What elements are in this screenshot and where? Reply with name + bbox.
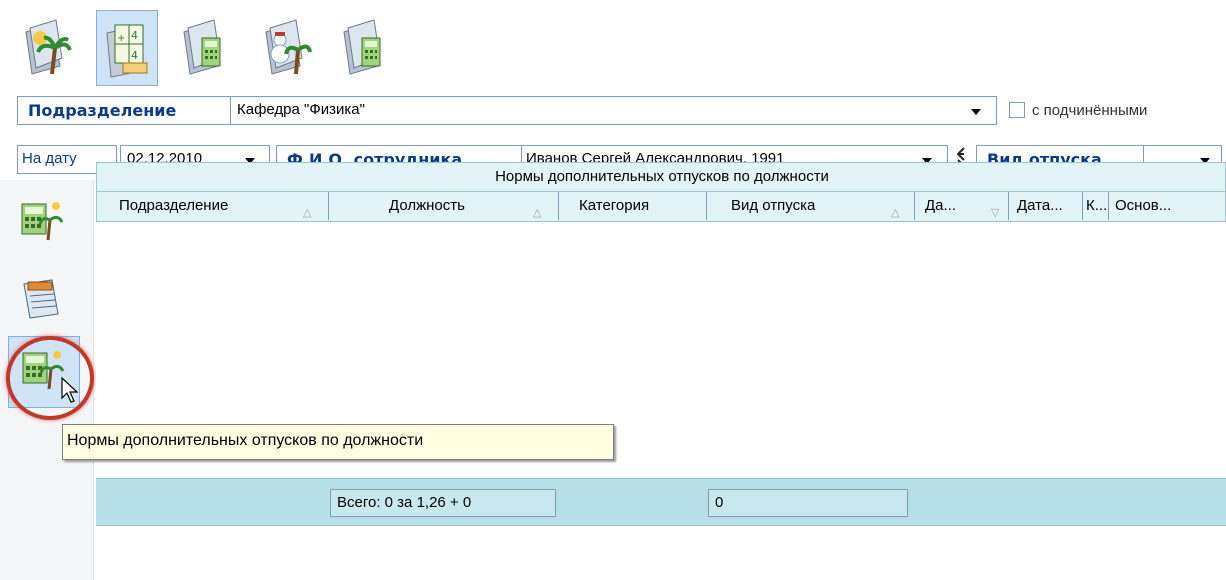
column-header-date-1[interactable]: Да... ▽	[915, 192, 1009, 220]
sort-desc-icon: ▽	[991, 207, 1000, 219]
main-toolbar: 4 + 4	[0, 0, 440, 92]
department-value: Кафедра "Физика"	[237, 101, 365, 118]
side-button-calculator-palm[interactable]	[8, 188, 80, 260]
calendar-icon	[23, 279, 59, 319]
total-summary: Всего: 0 за 1,26 + 0	[330, 489, 556, 517]
snowman-palm-icon	[265, 19, 312, 75]
date-label: На дату	[22, 150, 77, 167]
svg-text:+: +	[117, 33, 125, 44]
grid-column-headers: Подразделение △ Должность △ Категория Ви…	[96, 192, 1226, 222]
column-header-category[interactable]: Категория	[559, 192, 707, 220]
subordinates-label[interactable]: с подчинёнными	[1032, 102, 1147, 119]
vacation-palm-icon	[25, 19, 72, 75]
column-header-position[interactable]: Должность △	[329, 192, 559, 220]
calculator-palm-icon	[21, 202, 64, 241]
department-label: Подразделение	[28, 101, 177, 120]
sort-asc-icon: △	[303, 207, 312, 219]
grid-title: Нормы дополнительных отпусков по должнос…	[495, 168, 829, 185]
subordinates-checkbox[interactable]	[1009, 102, 1025, 118]
column-header-basis[interactable]: Основ...	[1109, 192, 1226, 220]
side-button-calendar[interactable]	[8, 266, 80, 338]
calculator-table-button[interactable]: 4 + 4	[96, 10, 158, 86]
mouse-cursor-icon	[61, 376, 79, 403]
tooltip-text: Нормы дополнительных отпусков по должнос…	[67, 432, 424, 449]
snowman-palm-button[interactable]	[256, 10, 318, 86]
sort-asc-icon: △	[891, 207, 900, 219]
grid-title-bar: Нормы дополнительных отпусков по должнос…	[96, 162, 1226, 192]
vacation-palm-button[interactable]	[16, 10, 78, 86]
department-select[interactable]: Кафедра "Физика"	[230, 97, 996, 124]
svg-text:4: 4	[131, 29, 138, 42]
document-calculator-button-2[interactable]	[334, 10, 396, 86]
svg-text:4: 4	[131, 49, 138, 62]
sort-asc-icon: △	[533, 207, 542, 219]
document-calculator-button[interactable]	[174, 10, 236, 86]
highlight-ring	[6, 336, 94, 420]
grid-footer: Всего: 0 за 1,26 + 0 0	[96, 478, 1226, 526]
tooltip: Нормы дополнительных отпусков по должнос…	[62, 424, 614, 460]
column-header-department[interactable]: Подразделение △	[97, 192, 329, 220]
department-filter: Подразделение Кафедра "Физика"	[17, 96, 997, 125]
document-calculator-icon	[183, 19, 221, 75]
column-header-vacation-type[interactable]: Вид отпуска △	[707, 192, 915, 220]
calculator-table-icon: 4 + 4	[106, 24, 148, 78]
column-header-k[interactable]: К...	[1083, 192, 1109, 220]
chevron-down-icon[interactable]	[971, 109, 981, 115]
total-count: 0	[708, 489, 908, 517]
document-calculator-icon-2	[343, 19, 381, 75]
column-header-date-2[interactable]: Дата...	[1009, 192, 1083, 220]
